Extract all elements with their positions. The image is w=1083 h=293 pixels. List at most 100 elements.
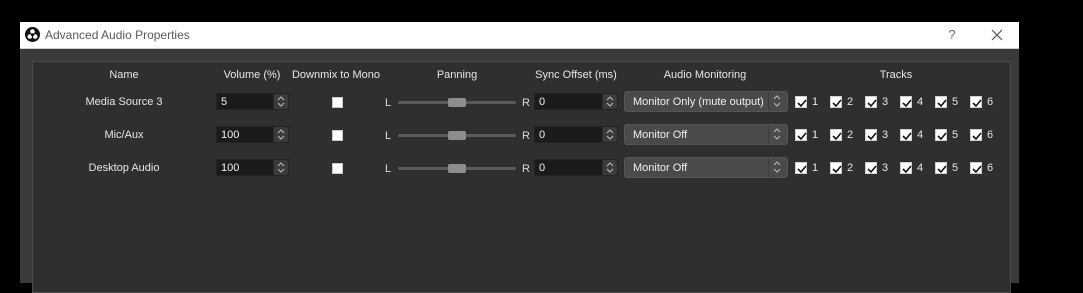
close-icon — [991, 29, 1003, 41]
checkmark-icon — [900, 162, 912, 174]
header-volume: Volume (%) — [223, 69, 281, 81]
track-2-checkbox[interactable]: 2 — [830, 162, 856, 176]
checkmark-icon — [795, 96, 807, 108]
header-sync-offset: Sync Offset (ms) — [535, 69, 617, 81]
track-label: 5 — [952, 162, 959, 174]
spin-arrows-icon[interactable] — [602, 160, 617, 175]
track-6-checkbox[interactable]: 6 — [970, 162, 996, 176]
track-label: 4 — [917, 162, 924, 174]
source-name: Mic/Aux — [104, 129, 144, 141]
track-label: 3 — [882, 162, 889, 174]
checkmark-icon — [795, 129, 807, 141]
track-4-checkbox[interactable]: 4 — [900, 96, 926, 110]
track-4-checkbox[interactable]: 4 — [900, 162, 926, 176]
volume-value: 5 — [221, 96, 228, 108]
spin-arrows-icon[interactable] — [273, 160, 288, 175]
sync-offset-spinbox[interactable]: 0 — [534, 126, 618, 143]
volume-spinbox[interactable]: 100 — [216, 159, 289, 176]
track-label: 6 — [987, 162, 994, 174]
track-1-checkbox[interactable]: 1 — [795, 96, 821, 110]
dropdown-arrows-icon — [768, 125, 787, 144]
audio-monitoring-value: Monitor Off — [633, 129, 688, 141]
downmix-checkbox[interactable] — [332, 97, 343, 108]
downmix-checkbox[interactable] — [332, 130, 343, 141]
source-name: Desktop Audio — [88, 162, 160, 174]
downmix-checkbox[interactable] — [332, 163, 343, 174]
checkmark-icon — [830, 96, 842, 108]
pan-left-label: L — [385, 130, 392, 142]
pan-left-label: L — [385, 97, 392, 109]
title-bar: Advanced Audio Properties ? — [20, 22, 1019, 49]
track-3-checkbox[interactable]: 3 — [865, 129, 891, 143]
sync-offset-spinbox[interactable]: 0 — [534, 159, 618, 176]
sync-offset-spinbox[interactable]: 0 — [534, 93, 618, 110]
volume-value: 100 — [221, 129, 240, 141]
track-label: 1 — [812, 162, 819, 174]
volume-spinbox[interactable]: 5 — [216, 93, 289, 110]
track-label: 2 — [847, 162, 854, 174]
track-label: 5 — [952, 96, 959, 108]
header-audio-monitoring: Audio Monitoring — [663, 69, 747, 81]
window-title: Advanced Audio Properties — [45, 28, 190, 42]
track-4-checkbox[interactable]: 4 — [900, 129, 926, 143]
pan-right-label: R — [522, 130, 530, 142]
track-1-checkbox[interactable]: 1 — [795, 162, 821, 176]
checkmark-icon — [970, 129, 982, 141]
checkmark-icon — [900, 96, 912, 108]
help-button[interactable]: ? — [940, 24, 964, 46]
close-button[interactable] — [985, 24, 1009, 46]
sync-offset-value: 0 — [539, 162, 546, 174]
checkmark-icon — [900, 129, 912, 141]
checkmark-icon — [865, 129, 877, 141]
pan-right-label: R — [522, 97, 530, 109]
track-label: 2 — [847, 96, 854, 108]
header-name: Name — [109, 69, 139, 81]
pan-slider-handle[interactable] — [448, 98, 466, 107]
track-5-checkbox[interactable]: 5 — [935, 162, 961, 176]
track-label: 5 — [952, 129, 959, 141]
pan-slider-handle[interactable] — [448, 131, 466, 140]
checkmark-icon — [830, 162, 842, 174]
track-label: 4 — [917, 129, 924, 141]
dropdown-arrows-icon — [768, 158, 787, 177]
volume-value: 100 — [221, 162, 240, 174]
track-2-checkbox[interactable]: 2 — [830, 129, 856, 143]
track-label: 4 — [917, 96, 924, 108]
header-tracks: Tracks — [879, 69, 913, 81]
track-label: 6 — [987, 129, 994, 141]
track-6-checkbox[interactable]: 6 — [970, 129, 996, 143]
spin-arrows-icon[interactable] — [602, 127, 617, 142]
track-1-checkbox[interactable]: 1 — [795, 129, 821, 143]
sync-offset-value: 0 — [539, 129, 546, 141]
checkmark-icon — [970, 96, 982, 108]
audio-monitoring-value: Monitor Off — [633, 162, 688, 174]
track-label: 2 — [847, 129, 854, 141]
pan-slider-handle[interactable] — [448, 164, 466, 173]
audio-monitoring-select[interactable]: Monitor Off — [624, 157, 788, 178]
track-3-checkbox[interactable]: 3 — [865, 96, 891, 110]
spin-arrows-icon[interactable] — [273, 94, 288, 109]
checkmark-icon — [935, 129, 947, 141]
track-label: 3 — [882, 129, 889, 141]
track-label: 6 — [987, 96, 994, 108]
audio-monitoring-select[interactable]: Monitor Off — [624, 124, 788, 145]
track-2-checkbox[interactable]: 2 — [830, 96, 856, 110]
source-name: Media Source 3 — [85, 96, 163, 108]
audio-monitoring-select[interactable]: Monitor Only (mute output) — [624, 91, 788, 112]
spin-arrows-icon[interactable] — [273, 127, 288, 142]
track-label: 3 — [882, 96, 889, 108]
track-5-checkbox[interactable]: 5 — [935, 129, 961, 143]
dropdown-arrows-icon — [768, 92, 787, 111]
checkmark-icon — [970, 162, 982, 174]
checkmark-icon — [865, 96, 877, 108]
volume-spinbox[interactable]: 100 — [216, 126, 289, 143]
track-3-checkbox[interactable]: 3 — [865, 162, 891, 176]
checkmark-icon — [935, 96, 947, 108]
spin-arrows-icon[interactable] — [602, 94, 617, 109]
track-label: 1 — [812, 96, 819, 108]
track-6-checkbox[interactable]: 6 — [970, 96, 996, 110]
track-5-checkbox[interactable]: 5 — [935, 96, 961, 110]
obs-app-icon — [25, 27, 40, 42]
advanced-audio-properties-window: Advanced Audio Properties ? Name Volume … — [20, 22, 1019, 293]
header-downmix: Downmix to Mono — [291, 69, 381, 81]
